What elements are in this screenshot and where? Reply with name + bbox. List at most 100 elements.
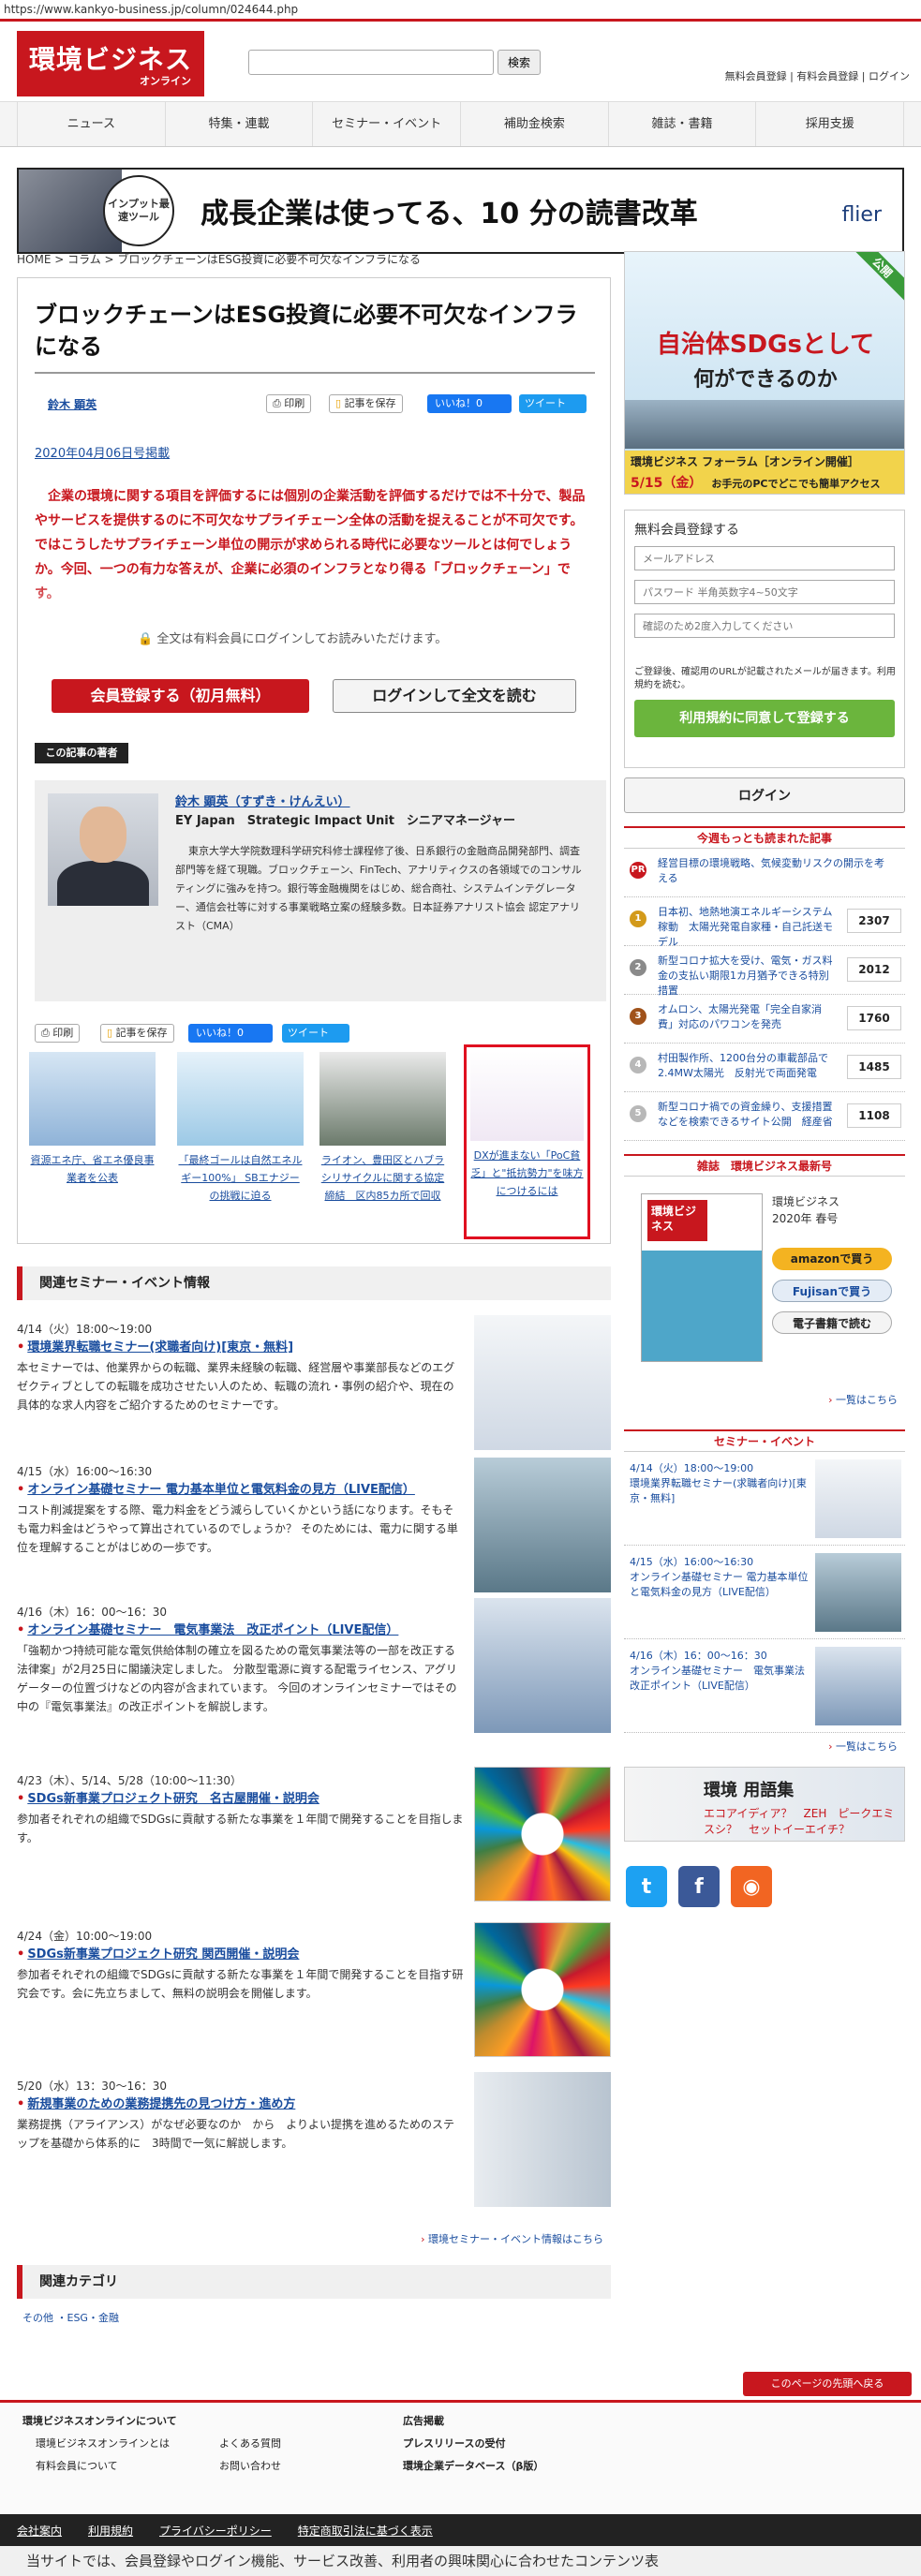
ranking-item[interactable]: 4 村田製作所、1200台分の車載部品で2.4MW太陽光 反射光で両面発電 1485 [624, 1044, 905, 1092]
nav-item-features[interactable]: 特集・連載 [166, 102, 314, 146]
seminar-title[interactable]: SDGs新事業プロジェクト研究 名古屋開催・説明会 [17, 1792, 319, 1806]
print-label: 印刷 [52, 1027, 74, 1039]
ad-banner-flier[interactable]: インプット最速ツール 成長企業は使ってる、10 分の読書改革 flier [17, 168, 904, 254]
side-event-item[interactable]: 4/15（水）16:00〜16:30 オンライン基礎セミナー 電力基本単位と電気料… [624, 1546, 905, 1639]
save-label: 記事を保存 [115, 1027, 168, 1039]
side-event-date: 4/16（木）16：00〜16：30 [630, 1650, 767, 1662]
nav-item-news[interactable]: ニュース [17, 102, 166, 146]
magazine-more-link[interactable]: 一覧はこちら [624, 1392, 905, 1407]
save-article-button-bottom[interactable]: ▯ 記事を保存 [100, 1024, 174, 1043]
sdgs-wheel-image[interactable] [474, 1922, 611, 2057]
events-more-link[interactable]: 一覧はこちら [624, 1739, 905, 1754]
seminar-title[interactable]: 環境業界転職セミナー(求職者向け)[東京・無料] [17, 1340, 293, 1355]
seminar-title[interactable]: SDGs新事業プロジェクト研究 関西開催・説明会 [17, 1947, 299, 1962]
tweet-button[interactable]: ツイート [519, 394, 587, 413]
issue-date[interactable]: 2020年04月06日号掲載 [35, 443, 170, 461]
seminar-image[interactable] [474, 1598, 611, 1733]
side-event-image [815, 1553, 901, 1632]
seminars-more-link[interactable]: 環境セミナー・イベント情報はこちら [17, 2231, 611, 2246]
free-registration-box: 無料会員登録する ご登録後、確認用のURLが記載されたメールが届きます。利用規約… [624, 510, 905, 768]
facebook-icon[interactable]: f [678, 1866, 720, 1907]
footer-link[interactable]: プレスリリースの受付 [403, 2433, 543, 2455]
footer-link[interactable]: 有料会員について [22, 2455, 177, 2478]
ranking-item[interactable]: 2 新型コロナ拡大を受け、電気・ガス料金の支払い期限1カ月猶予できる特別措置 201… [624, 946, 905, 997]
rank-title: オムロン、太陽光発電「完全自家消費」対応のパワコンを発売 [658, 1003, 823, 1030]
password-confirm-field[interactable] [634, 614, 895, 638]
register-button[interactable]: 会員登録する（初月無料） [52, 679, 309, 713]
related-article[interactable]: 資源エネ庁、省エネ優良事業者を公表 [29, 1052, 156, 1187]
author-photo [48, 793, 158, 906]
footer-link[interactable]: お問い合わせ [219, 2455, 281, 2478]
facebook-like-button[interactable]: いいね！0 [427, 394, 512, 413]
ranking-item[interactable]: 1 日本初、地熱地演エネルギーシステム稼動 太陽光発電自家種・自己託送モデル 230… [624, 897, 905, 948]
sdgs-forum-ad[interactable]: 公開 自治体SDGsとして 何ができるのか 環境ビジネス フォーラム［オンライン… [624, 251, 905, 495]
related-caption: ライオン、豊田区とハブラシリサイクルに関する協定締結 区内85カ所で回収 [320, 1154, 445, 1202]
breadcrumb[interactable]: HOME > コラム > ブロックチェーンはESG投資に必要不可欠なインフラにな… [17, 251, 421, 267]
url-bar[interactable]: https://www.kankyo-business.jp/column/02… [0, 0, 921, 19]
search-input[interactable] [248, 50, 494, 75]
sidebar-login-button[interactable]: ログイン [624, 777, 905, 813]
nav-item-magazine[interactable]: 雑誌・書籍 [609, 102, 757, 146]
magazine-block: 環境ビジネス 環境ビジネス 2020年 春号 amazonで買う Fujisan… [624, 1177, 905, 1392]
nav-item-subsidy[interactable]: 補助金検索 [461, 102, 609, 146]
seminar-title[interactable]: オンライン基礎セミナー 電力基本単位と電気料金の見方（LIVE配信） [17, 1483, 415, 1497]
print-button-bottom[interactable]: ⎙ 印刷 [35, 1024, 81, 1043]
side-event-item[interactable]: 4/14（火）18:00〜19:00 環境業界転職セミナー(求職者向け)[東京・無… [624, 1452, 905, 1546]
header-member-links[interactable]: 無料会員登録 | 有料会員登録 | ログイン [725, 68, 910, 83]
footer-link[interactable]: 環境企業データベース（β版） [403, 2455, 543, 2478]
ranking-item[interactable]: PR 経営目標の環境戦略、気候変動リスクの開示を考える [624, 849, 905, 897]
ranking-item[interactable]: 5 新型コロナ禍での資金繰り、支援措置などを検索できるサイト公開 経産省 1108 [624, 1092, 905, 1141]
footer-link[interactable]: 広告掲載 [403, 2410, 543, 2433]
password-field[interactable] [634, 580, 895, 604]
footer-bar-link[interactable]: 特定商取引法に基づく表示 [298, 2523, 433, 2539]
footer-bar-link[interactable]: プライバシーポリシー [159, 2523, 272, 2539]
seminar-image[interactable] [474, 1458, 611, 1592]
fujisan-buy-button[interactable]: Fujisanで買う [772, 1280, 892, 1302]
footer-bar-link[interactable]: 利用規約 [88, 2523, 133, 2539]
footer-about-heading[interactable]: 環境ビジネスオンラインについて [22, 2410, 177, 2433]
sdgs-wheel-image[interactable] [474, 1767, 611, 1902]
category-links[interactable]: その他 ・ESG・金融 [22, 2310, 119, 2325]
nav-item-recruit[interactable]: 採用支援 [756, 102, 905, 146]
related-article[interactable]: ライオン、豊田区とハブラシリサイクルに関する協定締結 区内85カ所で回収 [319, 1052, 446, 1205]
author-name[interactable]: 鈴木 顕英（すずき・けんえい） [175, 792, 350, 809]
main-column: ブロックチェーンはESG投資に必要不可欠なインフラになる 鈴木 顕英 ⎙ 印刷 … [17, 277, 611, 2324]
ranking-item[interactable]: 3 オムロン、太陽光発電「完全自家消費」対応のパワコンを発売 1760 [624, 995, 905, 1044]
twitter-icon[interactable]: t [626, 1866, 667, 1907]
footer-bar-link[interactable]: 会社案内 [17, 2523, 62, 2539]
related-article[interactable]: 「最終ゴールは自然エネルギー100%」 SBエナジーの挑戦に迫る [177, 1052, 304, 1205]
seminar-title[interactable]: 新規事業のための業務提携先の見つけ方・進め方 [17, 2097, 295, 2111]
seminar-image[interactable] [474, 1315, 611, 1450]
facebook-like-button-bottom[interactable]: いいね！0 [188, 1024, 273, 1043]
side-event-item[interactable]: 4/16（木）16：00〜16：30 オンライン基礎セミナー 電気事業法 改正ポイ… [624, 1639, 905, 1733]
agree-register-button[interactable]: 利用規約に同意して登録する [634, 700, 895, 737]
tweet-button-bottom[interactable]: ツイート [282, 1024, 349, 1043]
back-to-top-button[interactable]: このページの先頭へ戻る [743, 2372, 912, 2396]
seminar-image[interactable] [474, 2072, 611, 2207]
seminar-title[interactable]: オンライン基礎セミナー 電気事業法 改正ポイント（LIVE配信） [17, 1623, 398, 1637]
ebook-button[interactable]: 電子書籍で読む [772, 1311, 892, 1334]
author-bio: 東京大学大学院数理科学研究科修士課程修了後、日系銀行の金融商品開発部門、調査部門… [175, 845, 582, 932]
related-article-highlighted[interactable]: DXが進まない「PoC貧乏」と"抵抗勢力"を味方につけるには [464, 1044, 590, 1239]
register-note: ご登録後、確認用のURLが記載されたメールが届きます。利用規約を読む。 [634, 667, 896, 690]
footer-link[interactable]: 環境ビジネスオンラインとは [22, 2433, 177, 2455]
save-article-button[interactable]: ▯ 記事を保存 [329, 394, 403, 413]
amazon-buy-button[interactable]: amazonで買う [772, 1248, 892, 1270]
magazine-cover[interactable]: 環境ビジネス [641, 1193, 763, 1362]
print-button[interactable]: ⎙ 印刷 [266, 394, 312, 413]
nav-item-seminars[interactable]: セミナー・イベント [313, 102, 462, 146]
login-to-read-button[interactable]: ログインして全文を読む [333, 679, 576, 713]
seminar-desc: 業務提携（アライアンス）がなぜ必要なのか から よりよい提携を進めるためのステッ… [17, 2118, 455, 2150]
site-logo[interactable]: 環境ビジネス オンライン [17, 31, 204, 96]
email-field[interactable] [634, 546, 895, 570]
search-button[interactable]: 検索 [498, 50, 541, 75]
glossary-banner[interactable]: 環境 用語集 エコアイディア？ ZEH ピークエミスシ？ セットイーエイチ？ [624, 1767, 905, 1842]
seminar-desc: 参加者それぞれの組織でSDGsに貢献する新たな事業を１年間で開発することを目指す… [17, 1968, 464, 2000]
global-nav: ニュース 特集・連載 セミナー・イベント 補助金検索 雑誌・書籍 採用支援 [0, 102, 921, 147]
print-label: 印刷 [284, 397, 305, 409]
author-link[interactable]: 鈴木 顕英 [48, 396, 97, 412]
footer-link[interactable]: よくある質問 [219, 2433, 281, 2455]
ad-date-note: お手元のPCでどこでも簡単アクセス [711, 478, 881, 490]
bookmark-icon: ▯ [335, 397, 345, 409]
rss-icon[interactable]: ◉ [731, 1866, 772, 1907]
